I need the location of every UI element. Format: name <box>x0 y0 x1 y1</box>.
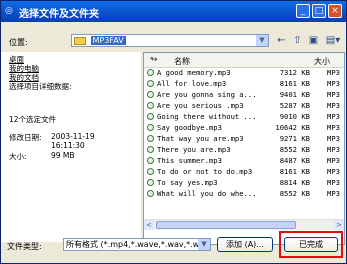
file-size: 10642 KB <box>275 123 310 132</box>
maximize-button[interactable]: □ <box>312 4 326 18</box>
file-type-select[interactable]: 所有格式 (*.mp4,*.wave,*.wav,*.wav ▼ <box>63 238 211 251</box>
location-combo[interactable]: MP3FAV ▼ <box>71 34 269 47</box>
audio-file-icon <box>147 91 154 98</box>
column-header-size[interactable]: 大小 <box>314 56 330 67</box>
audio-file-icon <box>147 157 154 164</box>
file-name: To say yes.mp3 <box>157 178 218 187</box>
modified-label: 修改日期: <box>9 133 42 142</box>
file-type: MP3 <box>327 167 340 176</box>
file-type: MP3 <box>327 156 340 165</box>
file-type: MP3 <box>327 123 340 132</box>
modified-time: 16:11:30 <box>51 141 85 150</box>
audio-file-icon <box>147 124 154 131</box>
file-list-header: ↬ 名称 大小 <box>144 53 344 68</box>
file-row[interactable]: Say goodbye.mp3 10642 KB MP3 <box>144 123 344 133</box>
file-type: MP3 <box>327 189 340 198</box>
file-row[interactable]: All for love.mp3 8161 KB MP3 <box>144 79 344 89</box>
details-heading: 选择项目详细数据: <box>9 82 72 91</box>
file-name: All for love.mp3 <box>157 79 227 88</box>
file-name: A good memory.mp3 <box>157 68 231 77</box>
audio-file-icon <box>147 179 154 186</box>
file-size: 9401 KB <box>279 90 310 99</box>
file-type: MP3 <box>327 101 340 110</box>
file-size: 8814 KB <box>279 178 310 187</box>
file-name: Are you serious .mp3 <box>157 101 244 110</box>
folder-icon <box>74 36 86 45</box>
file-name: Are you gonna sing a... <box>157 90 257 99</box>
file-name: This summer.mp3 <box>157 156 222 165</box>
up-folder-icon[interactable]: ⇧ <box>291 34 304 47</box>
file-type: MP3 <box>327 112 340 121</box>
horizontal-scrollbar[interactable]: < > <box>144 219 344 230</box>
audio-file-icon <box>147 69 154 76</box>
scrollbar-thumb[interactable] <box>156 221 296 229</box>
file-name: There you are.mp3 <box>157 145 231 154</box>
audio-file-icon <box>147 102 154 109</box>
file-size: 9010 KB <box>279 112 310 121</box>
file-type: MP3 <box>327 134 340 143</box>
size-value: 99 MB <box>51 151 75 160</box>
file-name: Going there without ... <box>157 112 257 121</box>
close-button[interactable]: × <box>328 4 342 18</box>
file-size: 8161 KB <box>279 79 310 88</box>
file-row[interactable]: Are you gonna sing a... 9401 KB MP3 <box>144 90 344 100</box>
audio-file-icon <box>147 135 154 142</box>
file-row[interactable]: What will you do whe... 8552 KB MP3 <box>144 189 344 199</box>
audio-file-icon <box>147 146 154 153</box>
chevron-down-icon[interactable]: ▼ <box>256 35 268 46</box>
file-type: MP3 <box>327 68 340 77</box>
audio-file-icon <box>147 113 154 120</box>
title-bar: ◎ 选择文件及文件夹 _ □ × <box>1 1 346 22</box>
add-button[interactable]: 添加 (A)... <box>217 237 273 252</box>
file-row[interactable]: To say yes.mp3 8814 KB MP3 <box>144 178 344 188</box>
selection-count: 12个选定文件 <box>9 115 57 124</box>
file-name: That way you are.mp3 <box>157 134 244 143</box>
file-row[interactable]: A good memory.mp3 7312 KB MP3 <box>144 68 344 78</box>
file-size: 8552 KB <box>279 145 310 154</box>
file-type: MP3 <box>327 178 340 187</box>
file-row[interactable]: Going there without ... 9010 KB MP3 <box>144 112 344 122</box>
file-row[interactable]: Are you serious .mp3 5287 KB MP3 <box>144 101 344 111</box>
file-name: Say goodbye.mp3 <box>157 123 222 132</box>
file-type: MP3 <box>327 90 340 99</box>
new-folder-icon[interactable]: ▣ <box>307 34 320 47</box>
window-title: 选择文件及文件夹 <box>19 9 99 20</box>
scroll-left-icon[interactable]: < <box>144 220 154 230</box>
modified-date: 2003-11-19 <box>51 132 95 141</box>
file-size: 9271 KB <box>279 134 310 143</box>
file-size: 8161 KB <box>279 167 310 176</box>
audio-file-icon <box>147 168 154 175</box>
file-type-label: 文件类型: <box>7 242 42 251</box>
location-value: MP3FAV <box>90 36 126 45</box>
file-size: 8552 KB <box>279 189 310 198</box>
view-menu-icon[interactable]: ▤▾ <box>323 34 343 47</box>
file-name: What will you do whe... <box>157 189 257 198</box>
file-type: MP3 <box>327 145 340 154</box>
scroll-right-icon[interactable]: > <box>334 220 344 230</box>
file-row[interactable]: This summer.mp3 8487 KB MP3 <box>144 156 344 166</box>
back-icon[interactable]: ← <box>275 34 288 47</box>
file-size: 8487 KB <box>279 156 310 165</box>
minimize-button[interactable]: _ <box>296 4 310 18</box>
highlight-box <box>279 231 343 258</box>
file-row[interactable]: There you are.mp3 8552 KB MP3 <box>144 145 344 155</box>
file-row[interactable]: To do or not to do.mp3 8161 KB MP3 <box>144 167 344 177</box>
chevron-down-icon[interactable]: ▼ <box>198 239 210 250</box>
file-name: To do or not to do.mp3 <box>157 167 253 176</box>
file-chooser-dialog: ◎ 选择文件及文件夹 _ □ × 位置: MP3FAV ▼ ← ⇧ ▣ ▤▾ 桌… <box>0 0 347 264</box>
file-size: 5287 KB <box>279 101 310 110</box>
file-size: 7312 KB <box>279 68 310 77</box>
file-type: MP3 <box>327 79 340 88</box>
column-header-icon: ↬ <box>150 55 158 65</box>
audio-file-icon <box>147 190 154 197</box>
audio-file-icon <box>147 80 154 87</box>
location-label: 位置: <box>9 38 28 47</box>
file-row[interactable]: That way you are.mp3 9271 KB MP3 <box>144 134 344 144</box>
column-header-name[interactable]: 名称 <box>174 56 190 67</box>
file-list[interactable]: ↬ 名称 大小 A good memory.mp3 7312 KB MP3 Al… <box>143 52 345 245</box>
size-label: 大小: <box>9 152 27 161</box>
app-icon: ◎ <box>5 6 13 16</box>
details-pane: 桌面 我的电脑 我的文档 选择项目详细数据: 12个选定文件 修改日期: 200… <box>1 52 141 242</box>
file-type-value: 所有格式 (*.mp4,*.wave,*.wav,*.wav <box>66 240 209 249</box>
